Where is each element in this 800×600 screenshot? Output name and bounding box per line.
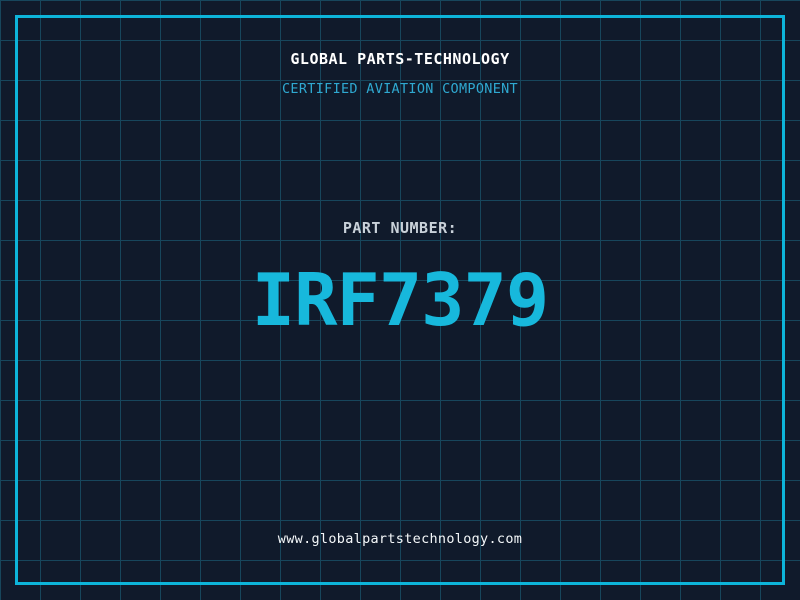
part-card: { "brand": { "title": "GLOBAL PARTS-TECH… <box>0 0 800 600</box>
part-number-value: IRF7379 <box>251 258 549 342</box>
brand-subtitle: CERTIFIED AVIATION COMPONENT <box>282 81 518 97</box>
brand-title: GLOBAL PARTS-TECHNOLOGY <box>290 50 510 68</box>
website-url: www.globalpartstechnology.com <box>277 531 523 547</box>
part-number-label: PART NUMBER: <box>342 219 458 237</box>
